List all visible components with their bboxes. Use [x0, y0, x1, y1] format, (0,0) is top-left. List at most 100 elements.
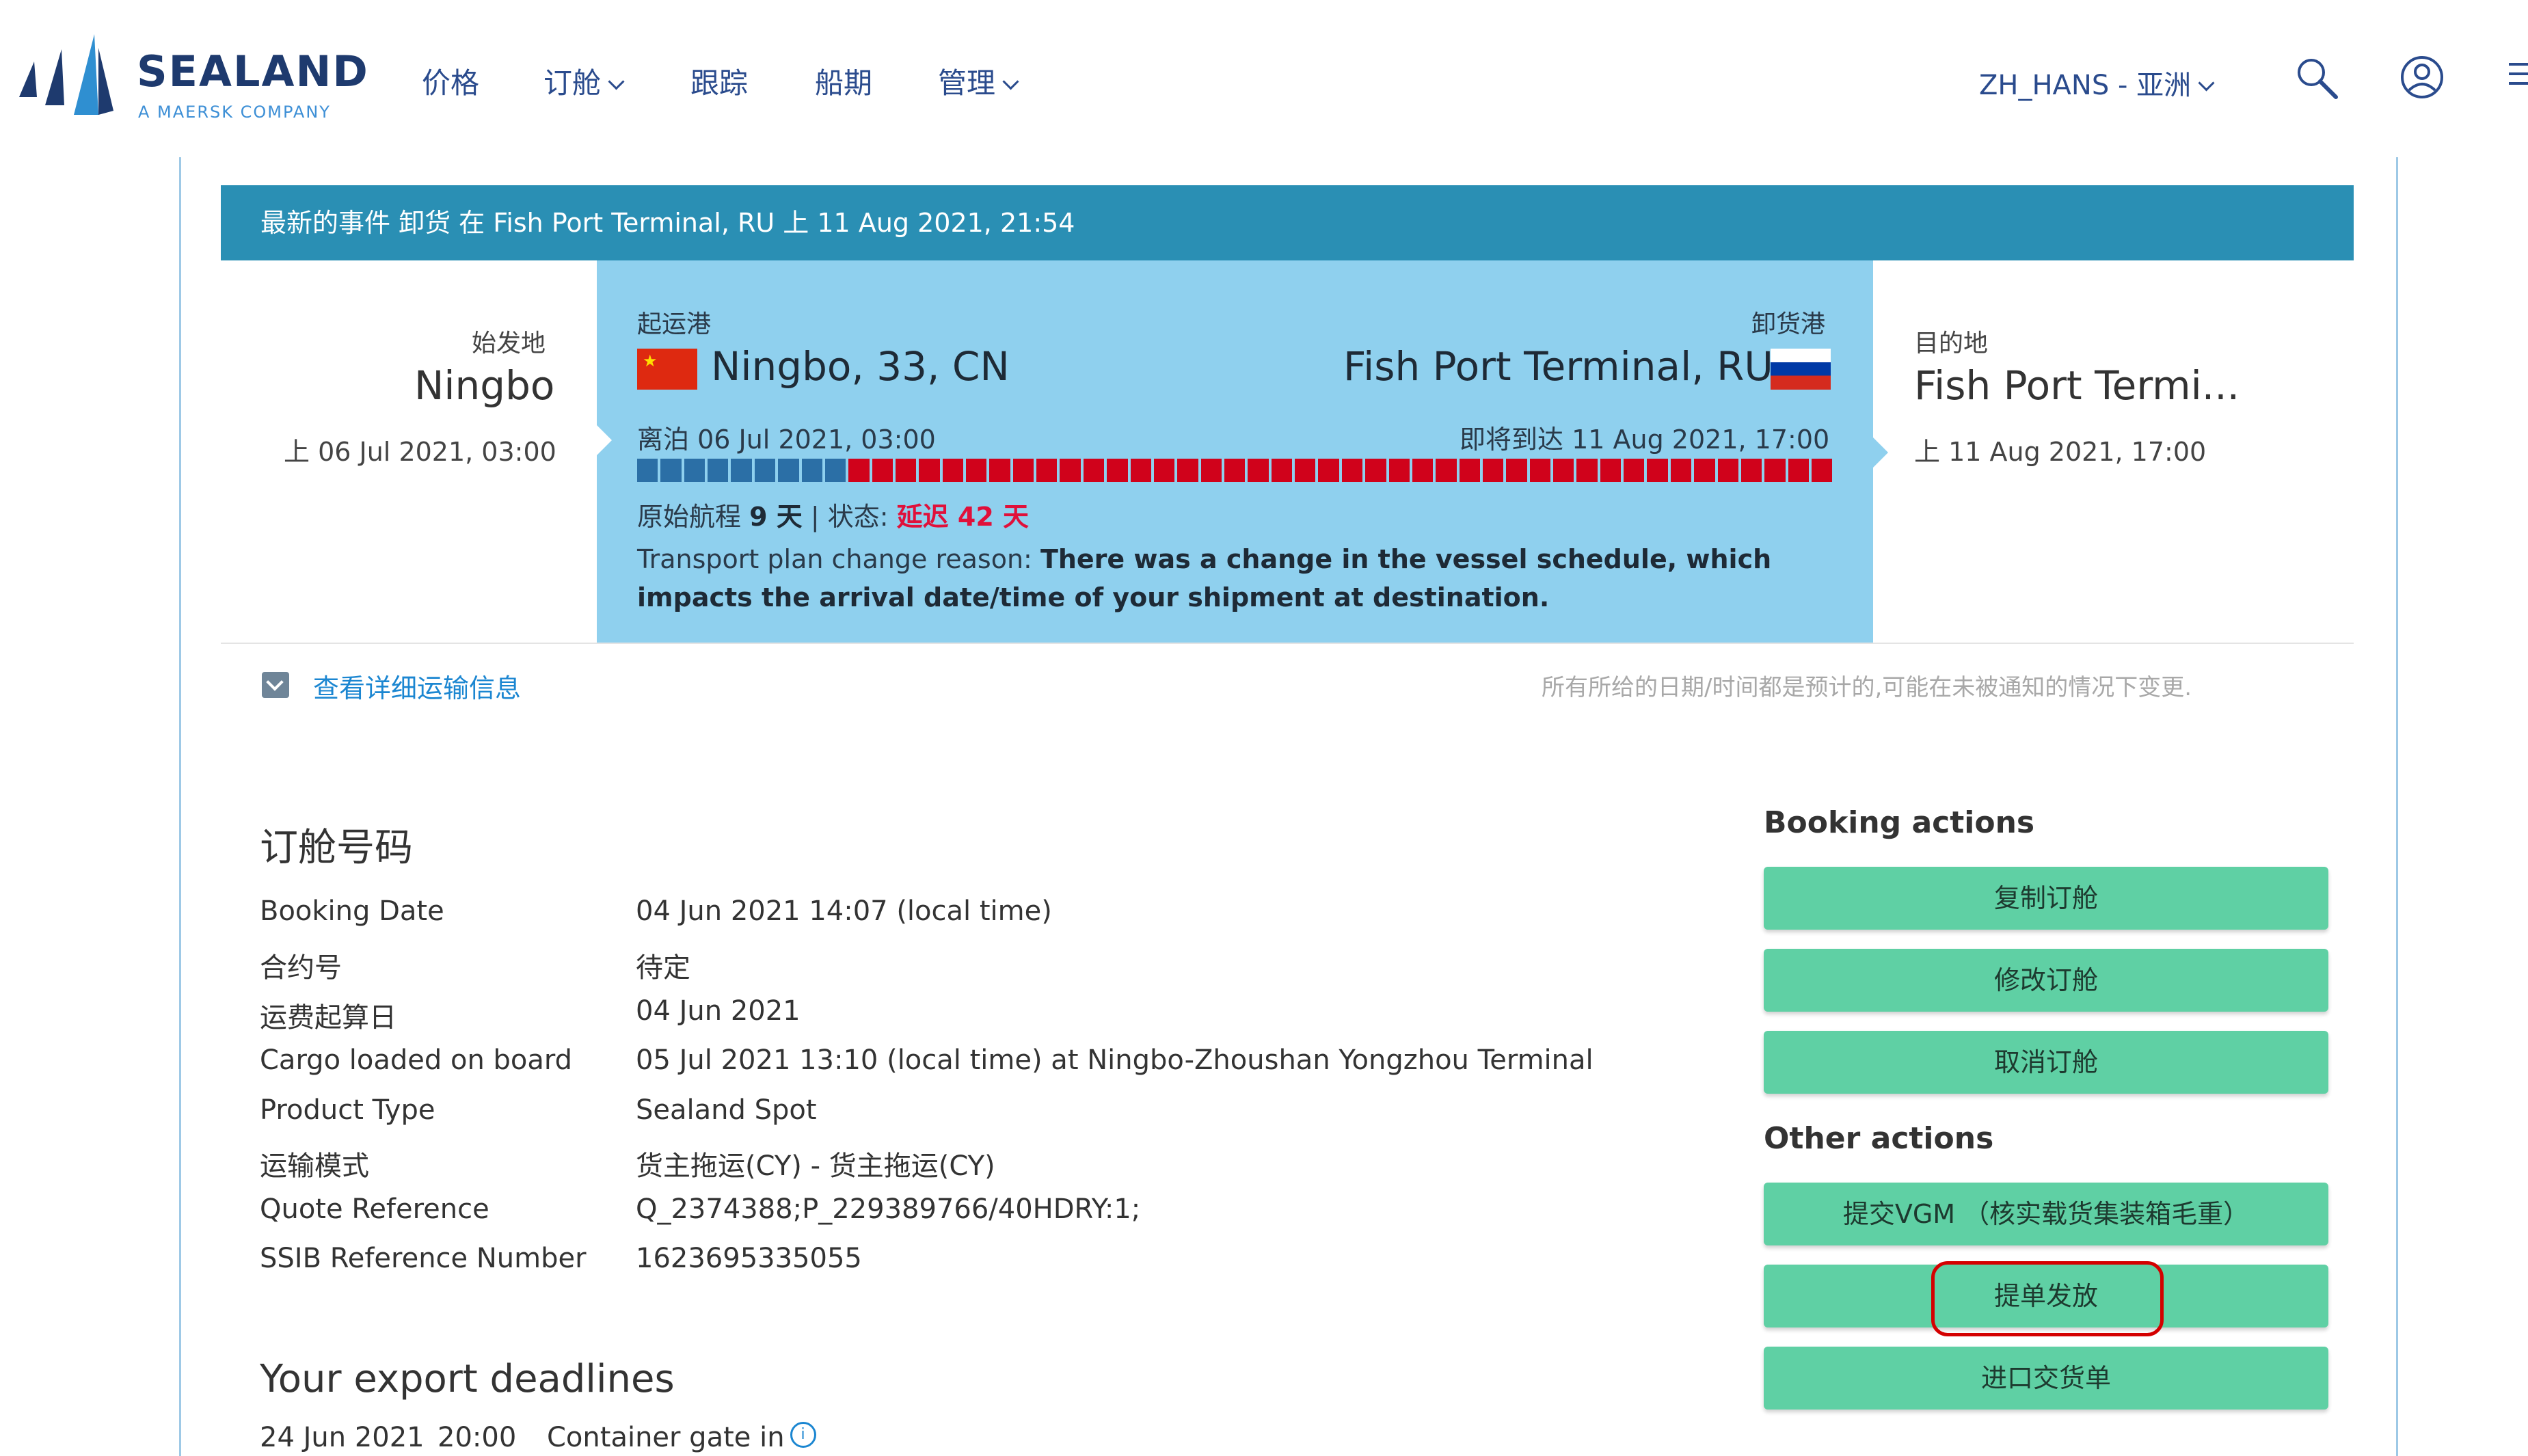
status-duration: 9 天: [749, 502, 803, 532]
port-of-discharge-label: 卸货港: [1751, 310, 1826, 338]
progress-segment-delayed: [1694, 459, 1715, 482]
chevron-down-icon: [608, 73, 625, 90]
china-flag-icon: ★: [637, 349, 697, 390]
progress-segment-delayed: [1576, 459, 1598, 482]
status-mid: | 状态:: [810, 502, 889, 532]
highlight-annotation: [1931, 1261, 2164, 1336]
export-deadlines-title: Your export deadlines: [260, 1357, 675, 1401]
nav-item-price[interactable]: 价格: [422, 60, 479, 102]
progress-segment-completed: [637, 459, 658, 482]
cancel-booking-button[interactable]: 取消订舱: [1764, 1031, 2328, 1094]
transport-plan-change-reason: Transport plan change reason: There was …: [637, 540, 1827, 617]
reason-prefix: Transport plan change reason:: [637, 544, 1032, 574]
amend-booking-button[interactable]: 修改订舱: [1764, 949, 2328, 1012]
nav-label: 船期: [815, 66, 873, 100]
deadline-time: 20:00: [438, 1422, 517, 1453]
progress-segment-delayed: [1553, 459, 1574, 482]
progress-segment-delayed: [1529, 459, 1551, 482]
sealand-logo[interactable]: SEALAND A MAERSK COMPANY: [19, 34, 375, 123]
origin-label: 始发地: [472, 329, 546, 358]
progress-segment-delayed: [1600, 459, 1622, 482]
top-navigation-bar: SEALAND A MAERSK COMPANY 价格 订舱 跟踪 船期 管理 …: [0, 0, 2528, 157]
logo-tagline: A MAERSK COMPANY: [138, 103, 331, 122]
nav-item-schedules[interactable]: 船期: [815, 60, 872, 102]
progress-segment-delayed: [989, 459, 1010, 482]
voyage-status: 原始航程 9 天 | 状态: 延迟 42 天: [637, 496, 1029, 533]
nav-label: 价格: [422, 66, 480, 100]
deadline-gate-in: Container gate in i: [547, 1422, 816, 1453]
info-value: 1623695335055: [636, 1243, 862, 1274]
user-icon: [2401, 56, 2443, 98]
port-of-discharge-city: Fish Port Terminal, RU: [1343, 343, 1773, 390]
deadline-date: 24 Jun 2021: [260, 1422, 425, 1453]
progress-segment-completed: [660, 459, 682, 482]
progress-segment-delayed: [966, 459, 987, 482]
nav-label: 跟踪: [690, 66, 749, 100]
other-actions-title: Other actions: [1764, 1121, 1994, 1156]
progress-segment-delayed: [1130, 459, 1151, 482]
search-button[interactable]: [2294, 55, 2341, 105]
info-value: 04 Jun 2021: [636, 995, 801, 1027]
progress-segment-delayed: [1248, 459, 1269, 482]
info-key: 运输模式: [260, 1150, 369, 1182]
progress-segment-delayed: [1036, 459, 1058, 482]
origin-time: 上 06 Jul 2021, 03:00: [284, 437, 556, 467]
progress-segment-delayed: [1012, 459, 1034, 482]
logo-wordmark: SEALAND: [137, 46, 369, 96]
progress-segment-completed: [824, 459, 846, 482]
progress-segment-delayed: [1200, 459, 1222, 482]
info-value: 05 Jul 2021 13:10 (local time) at Ningbo…: [636, 1044, 1594, 1076]
progress-segment-delayed: [1365, 459, 1386, 482]
submit-vgm-button[interactable]: 提交VGM （核实载货集装箱毛重）: [1764, 1183, 2328, 1245]
info-key: SSIB Reference Number: [260, 1243, 587, 1274]
menu-button[interactable]: [2509, 63, 2528, 90]
latest-event-banner: 最新的事件 卸货 在 Fish Port Terminal, RU 上 11 A…: [221, 185, 2354, 260]
nav-label: 管理: [938, 66, 996, 100]
progress-segment-delayed: [942, 459, 964, 482]
progress-segment-delayed: [1788, 459, 1809, 482]
progress-segment-delayed: [1624, 459, 1645, 482]
origin-city: Ningbo: [414, 362, 555, 409]
progress-segment-delayed: [1670, 459, 1692, 482]
departure-time: 离泊 06 Jul 2021, 03:00: [637, 424, 936, 455]
chevron-down-icon: [2198, 75, 2215, 92]
info-value: 04 Jun 2021 14:07 (local time): [636, 895, 1052, 927]
booking-actions-title: Booking actions: [1764, 805, 2035, 840]
info-value: Sealand Spot: [636, 1094, 817, 1126]
info-value: Q_2374388;P_229389766/40HDRY:1;: [636, 1194, 1141, 1225]
progress-segment-delayed: [848, 459, 870, 482]
nav-item-tracking[interactable]: 跟踪: [690, 60, 748, 102]
progress-segment-completed: [778, 459, 799, 482]
progress-segment-delayed: [1436, 459, 1457, 482]
info-value: 待定: [636, 952, 690, 984]
status-delay: 延迟 42 天: [896, 502, 1029, 532]
account-button[interactable]: [2399, 55, 2445, 103]
destination-time: 上 11 Aug 2021, 17:00: [1914, 437, 2207, 467]
expand-icon[interactable]: [262, 672, 289, 698]
nav-item-booking[interactable]: 订舱: [543, 60, 625, 102]
progress-segment-delayed: [872, 459, 893, 482]
arrival-time: 即将到达 11 Aug 2021, 17:00: [1460, 424, 1830, 455]
destination-arrow: [1873, 437, 1888, 468]
progress-segment-completed: [708, 459, 729, 482]
view-transport-details-link[interactable]: 查看详细运输信息: [313, 667, 521, 705]
info-icon[interactable]: i: [790, 1422, 816, 1448]
search-icon: [2298, 59, 2338, 99]
origin-arrow: [597, 425, 612, 455]
info-value: 货主拖运(CY) - 货主拖运(CY): [636, 1150, 995, 1182]
nav-item-manage[interactable]: 管理: [938, 60, 1019, 102]
dates-disclaimer: 所有所给的日期/时间都是预计的,可能在未被通知的情况下变更.: [1542, 674, 2192, 701]
progress-segment-delayed: [1153, 459, 1175, 482]
progress-segment-delayed: [1177, 459, 1198, 482]
language-selector[interactable]: ZH_HANS - 亚洲: [1979, 63, 2215, 103]
progress-segment-delayed: [1717, 459, 1738, 482]
latest-event-text: 最新的事件 卸货 在 Fish Port Terminal, RU 上 11 A…: [260, 208, 1075, 238]
chevron-down-icon: [1002, 73, 1019, 90]
progress-segment-completed: [731, 459, 752, 482]
import-delivery-order-button[interactable]: 进口交货单: [1764, 1347, 2328, 1410]
info-key: Quote Reference: [260, 1194, 489, 1225]
progress-segment-delayed: [1482, 459, 1504, 482]
copy-booking-button[interactable]: 复制订舱: [1764, 867, 2328, 930]
progress-segment-delayed: [1412, 459, 1434, 482]
progress-segment-delayed: [1341, 459, 1363, 482]
